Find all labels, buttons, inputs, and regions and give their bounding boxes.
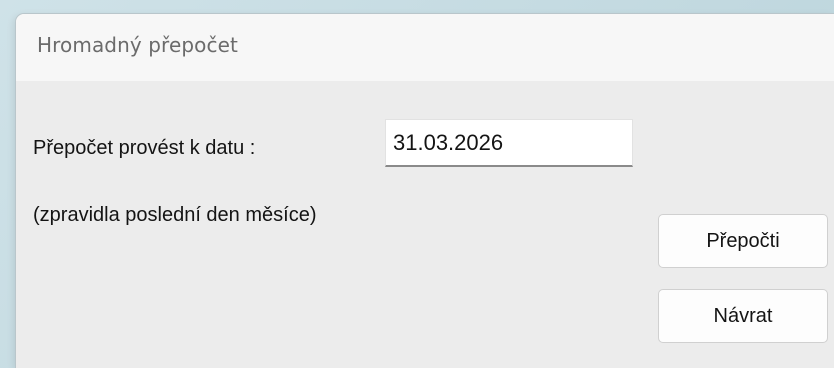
date-hint: (zpravidla poslední den měsíce) (33, 204, 317, 226)
recalculate-button[interactable]: Přepočti (658, 214, 828, 268)
window-title: Hromadný přepočet (37, 33, 238, 57)
date-label: Přepočet provést k datu : (33, 137, 256, 159)
return-button[interactable]: Návrat (658, 289, 828, 343)
dialog-content: Přepočet provést k datu : (zpravidla pos… (16, 81, 834, 368)
date-input[interactable] (385, 119, 633, 167)
title-bar[interactable]: Hromadný přepočet (16, 14, 834, 81)
bulk-recalculation-dialog: Hromadný přepočet Přepočet provést k dat… (16, 14, 834, 368)
